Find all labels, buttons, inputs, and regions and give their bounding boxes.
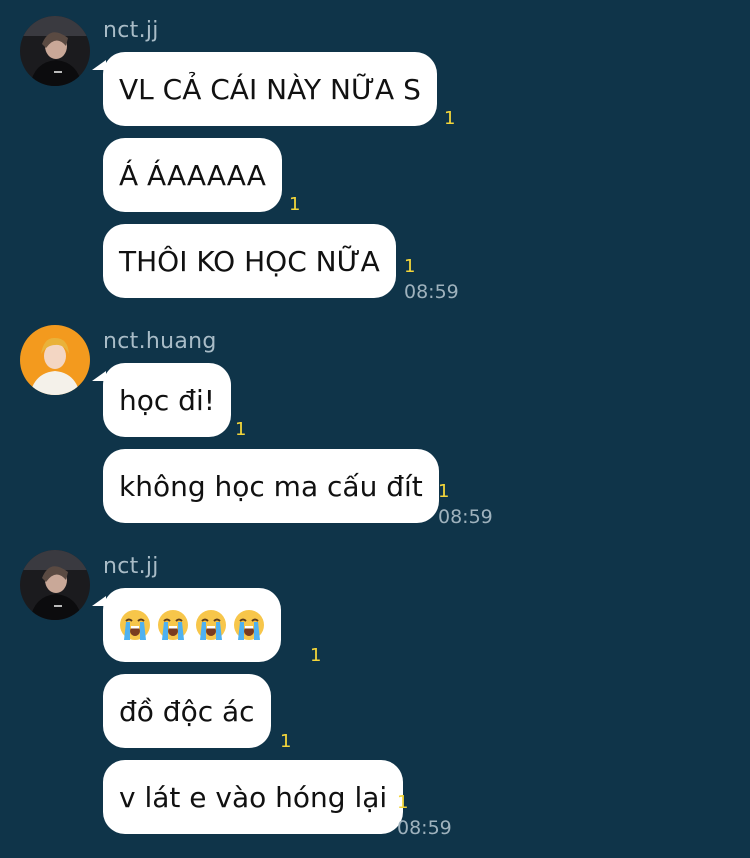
message-text: v lát e vào hóng lại (119, 780, 388, 814)
sender-name: nct.jj (103, 554, 159, 579)
read-count: 1 (404, 256, 416, 277)
message-bubble[interactable]: VL CẢ CÁI NÀY NỮA S (92, 52, 437, 126)
read-count: 1 (397, 792, 409, 813)
message-bubble[interactable]: học đi! (92, 363, 231, 437)
read-count: 1 (310, 645, 322, 666)
message-text: Á ÁAAAAA (119, 158, 266, 192)
read-count: 1 (438, 481, 450, 502)
message-bubble[interactable]: THÔI KO HỌC NỮA (103, 224, 396, 298)
timestamp: 08:59 (397, 817, 452, 839)
sender-name: nct.huang (103, 329, 217, 354)
message-text: VL CẢ CÁI NÀY NỮA S (119, 72, 421, 106)
message-text: không học ma cấu đít (119, 469, 423, 503)
avatar-nct-jj[interactable] (20, 550, 90, 620)
orange-portrait-avatar-icon (20, 325, 90, 395)
message-bubble[interactable]: không học ma cấu đít (103, 449, 439, 523)
read-count: 1 (444, 108, 456, 129)
message-bubble[interactable]: đồ độc ác (103, 674, 271, 748)
avatar-nct-huang[interactable] (20, 325, 90, 395)
message-text: học đi! (119, 383, 215, 417)
sender-name: nct.jj (103, 18, 159, 43)
loudly-crying-face-emoji-icon (158, 610, 188, 640)
message-bubble[interactable]: v lát e vào hóng lại (103, 760, 404, 834)
dark-portrait-avatar-icon (20, 550, 90, 620)
read-count: 1 (235, 419, 247, 440)
timestamp: 08:59 (404, 281, 459, 303)
loudly-crying-face-emoji-icon (196, 610, 226, 640)
avatar-nct-jj[interactable] (20, 16, 90, 86)
dark-portrait-avatar-icon (20, 16, 90, 86)
read-count: 1 (280, 731, 292, 752)
emoji-message (119, 609, 265, 641)
read-count: 1 (289, 194, 301, 215)
message-bubble[interactable]: Á ÁAAAAA (103, 138, 282, 212)
message-text: THÔI KO HỌC NỮA (119, 244, 380, 278)
timestamp: 08:59 (438, 506, 493, 528)
message-bubble[interactable] (92, 588, 281, 662)
message-text: đồ độc ác (119, 694, 255, 728)
loudly-crying-face-emoji-icon (120, 610, 150, 640)
loudly-crying-face-emoji-icon (234, 610, 264, 640)
